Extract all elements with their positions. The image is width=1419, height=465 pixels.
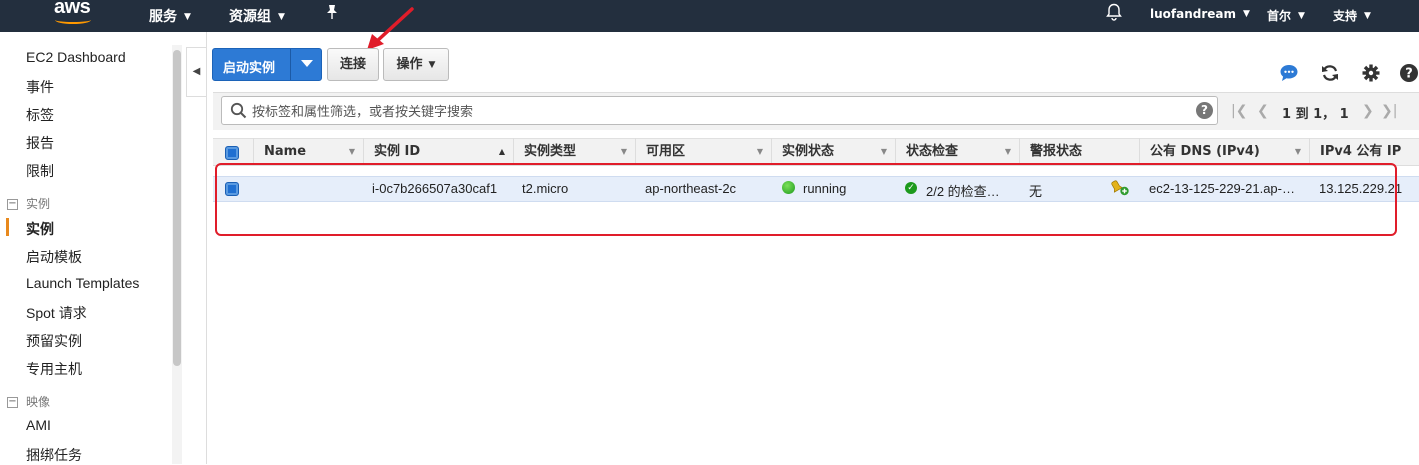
region-name: 首尔 bbox=[1267, 9, 1292, 23]
actions-button[interactable]: 操作 ▼ bbox=[383, 48, 449, 81]
sidebar-item-bundle-tasks[interactable]: 捆绑任务 bbox=[26, 445, 82, 465]
column-header-instance-type[interactable]: 实例类型 ▼ bbox=[513, 138, 635, 166]
connect-label: 连接 bbox=[339, 57, 366, 72]
column-label: 可用区 bbox=[646, 144, 686, 159]
column-header-public-ip[interactable]: IPv4 公有 IP bbox=[1309, 138, 1419, 166]
sort-icon: ▼ bbox=[1294, 147, 1301, 156]
notification-bell-icon[interactable] bbox=[1106, 3, 1122, 21]
column-header-availability-zone[interactable]: 可用区 ▼ bbox=[635, 138, 771, 166]
chevron-down-icon: ▼ bbox=[184, 12, 191, 22]
chevron-down-icon: ▼ bbox=[1243, 9, 1250, 19]
refresh-icon[interactable] bbox=[1320, 63, 1340, 83]
sort-icon: ▼ bbox=[620, 147, 627, 156]
launch-instance-button[interactable]: 启动实例 bbox=[212, 48, 322, 81]
section-images: 映像 bbox=[26, 395, 51, 409]
search-box[interactable]: ? bbox=[221, 96, 1218, 125]
sidebar-item-limits[interactable]: 限制 bbox=[26, 161, 54, 181]
chevron-down-icon: ▼ bbox=[278, 12, 285, 22]
sort-icon: ▼ bbox=[756, 147, 763, 156]
chevron-down-icon[interactable] bbox=[301, 60, 313, 67]
user-name: luofandream bbox=[1150, 7, 1237, 21]
sidebar-item-launch-templates-cn[interactable]: 启动模板 bbox=[26, 247, 82, 267]
first-page-icon[interactable]: |❮ bbox=[1231, 103, 1247, 119]
svg-text:?: ? bbox=[1405, 67, 1413, 82]
next-page-icon[interactable]: ❯ bbox=[1362, 103, 1374, 119]
column-label: 公有 DNS (IPv4) bbox=[1150, 144, 1260, 159]
sidebar-item-reserved-instances[interactable]: 预留实例 bbox=[26, 331, 82, 351]
sidebar-item-ec2-dashboard[interactable]: EC2 Dashboard bbox=[26, 49, 126, 65]
annotation-arrow bbox=[367, 7, 414, 50]
pagination-text: 1 到 1， 1 bbox=[1282, 107, 1349, 122]
feedback-icon[interactable] bbox=[1279, 63, 1299, 83]
sidebar-item-dedicated-hosts[interactable]: 专用主机 bbox=[26, 359, 82, 379]
sort-icon: ▼ bbox=[1004, 147, 1011, 156]
column-header-instance-state[interactable]: 实例状态 ▼ bbox=[771, 138, 895, 166]
connect-button[interactable]: 连接 bbox=[327, 48, 379, 81]
sidebar-item-reports[interactable]: 报告 bbox=[26, 133, 54, 153]
services-label: 服务 bbox=[149, 9, 177, 25]
column-header-instance-id[interactable]: 实例 ID ▲ bbox=[363, 138, 513, 166]
sidebar-item-launch-templates[interactable]: Launch Templates bbox=[26, 275, 139, 291]
sort-icon: ▼ bbox=[880, 147, 887, 156]
aws-logo-smile bbox=[55, 16, 91, 24]
column-label: 实例类型 bbox=[524, 144, 577, 159]
launch-instance-label: 启动实例 bbox=[223, 61, 276, 76]
column-header-public-dns[interactable]: 公有 DNS (IPv4) ▼ bbox=[1139, 138, 1309, 166]
column-header-status-checks[interactable]: 状态检查 ▼ bbox=[895, 138, 1019, 166]
gear-icon[interactable] bbox=[1361, 63, 1381, 83]
sidebar-item-instances[interactable]: 实例 bbox=[26, 219, 54, 239]
collapse-images-icon[interactable]: − bbox=[7, 397, 18, 408]
active-indicator bbox=[6, 218, 9, 236]
column-label: 实例 ID bbox=[374, 144, 421, 159]
column-header-alarm-status[interactable]: 警报状态 bbox=[1019, 138, 1139, 166]
column-label: 实例状态 bbox=[782, 144, 835, 159]
search-help-icon[interactable]: ? bbox=[1196, 102, 1213, 119]
resource-groups-menu[interactable]: 资源组 ▼ bbox=[229, 6, 285, 26]
sidebar-divider bbox=[206, 32, 207, 464]
column-label: IPv4 公有 IP bbox=[1320, 144, 1402, 159]
column-label: 警报状态 bbox=[1030, 144, 1083, 159]
sidebar-collapse-toggle[interactable]: ◀ bbox=[186, 47, 206, 97]
resource-groups-label: 资源组 bbox=[229, 9, 271, 25]
sidebar-item-events[interactable]: 事件 bbox=[26, 77, 54, 97]
column-header-name[interactable]: Name ▼ bbox=[253, 138, 363, 166]
pin-icon[interactable] bbox=[325, 4, 339, 24]
chevron-down-icon: ▼ bbox=[1298, 11, 1305, 21]
search-input[interactable] bbox=[252, 101, 1192, 121]
search-icon bbox=[230, 102, 247, 119]
collapse-instances-icon[interactable]: − bbox=[7, 199, 18, 210]
column-label: Name bbox=[264, 144, 307, 159]
support-label: 支持 bbox=[1333, 9, 1358, 23]
services-menu[interactable]: 服务 ▼ bbox=[149, 6, 191, 26]
select-all-checkbox[interactable] bbox=[225, 146, 239, 160]
chevron-left-icon: ◀ bbox=[192, 66, 201, 77]
sidebar-item-tags[interactable]: 标签 bbox=[26, 105, 54, 125]
sidebar-item-spot-requests[interactable]: Spot 请求 bbox=[26, 303, 87, 323]
chevron-down-icon: ▼ bbox=[1364, 11, 1371, 21]
region-menu[interactable]: 首尔 ▼ bbox=[1267, 7, 1305, 24]
annotation-highlight-box bbox=[215, 163, 1397, 236]
last-page-icon[interactable]: ❯| bbox=[1381, 103, 1397, 119]
support-menu[interactable]: 支持 ▼ bbox=[1333, 7, 1371, 24]
sort-icon: ▼ bbox=[348, 147, 355, 156]
column-label: 状态检查 bbox=[906, 144, 959, 159]
button-divider bbox=[290, 49, 291, 80]
sort-ascending-icon: ▲ bbox=[498, 147, 505, 156]
sidebar-item-ami[interactable]: AMI bbox=[26, 417, 51, 433]
sidebar-scrollbar-thumb[interactable] bbox=[173, 50, 181, 366]
chevron-down-icon: ▼ bbox=[428, 60, 436, 70]
sidebar: EC2 Dashboard 事件 标签 报告 限制 − 实例 实例 启动模板 L… bbox=[0, 32, 185, 464]
actions-label: 操作 bbox=[396, 57, 423, 72]
previous-page-icon[interactable]: ❮ bbox=[1257, 103, 1269, 119]
top-nav: aws 服务 ▼ 资源组 ▼ luofandream ▼ 首尔 ▼ 支持 ▼ bbox=[0, 0, 1419, 32]
help-icon[interactable]: ? bbox=[1399, 63, 1419, 83]
user-menu[interactable]: luofandream ▼ bbox=[1150, 7, 1250, 21]
section-instances: 实例 bbox=[26, 197, 51, 211]
